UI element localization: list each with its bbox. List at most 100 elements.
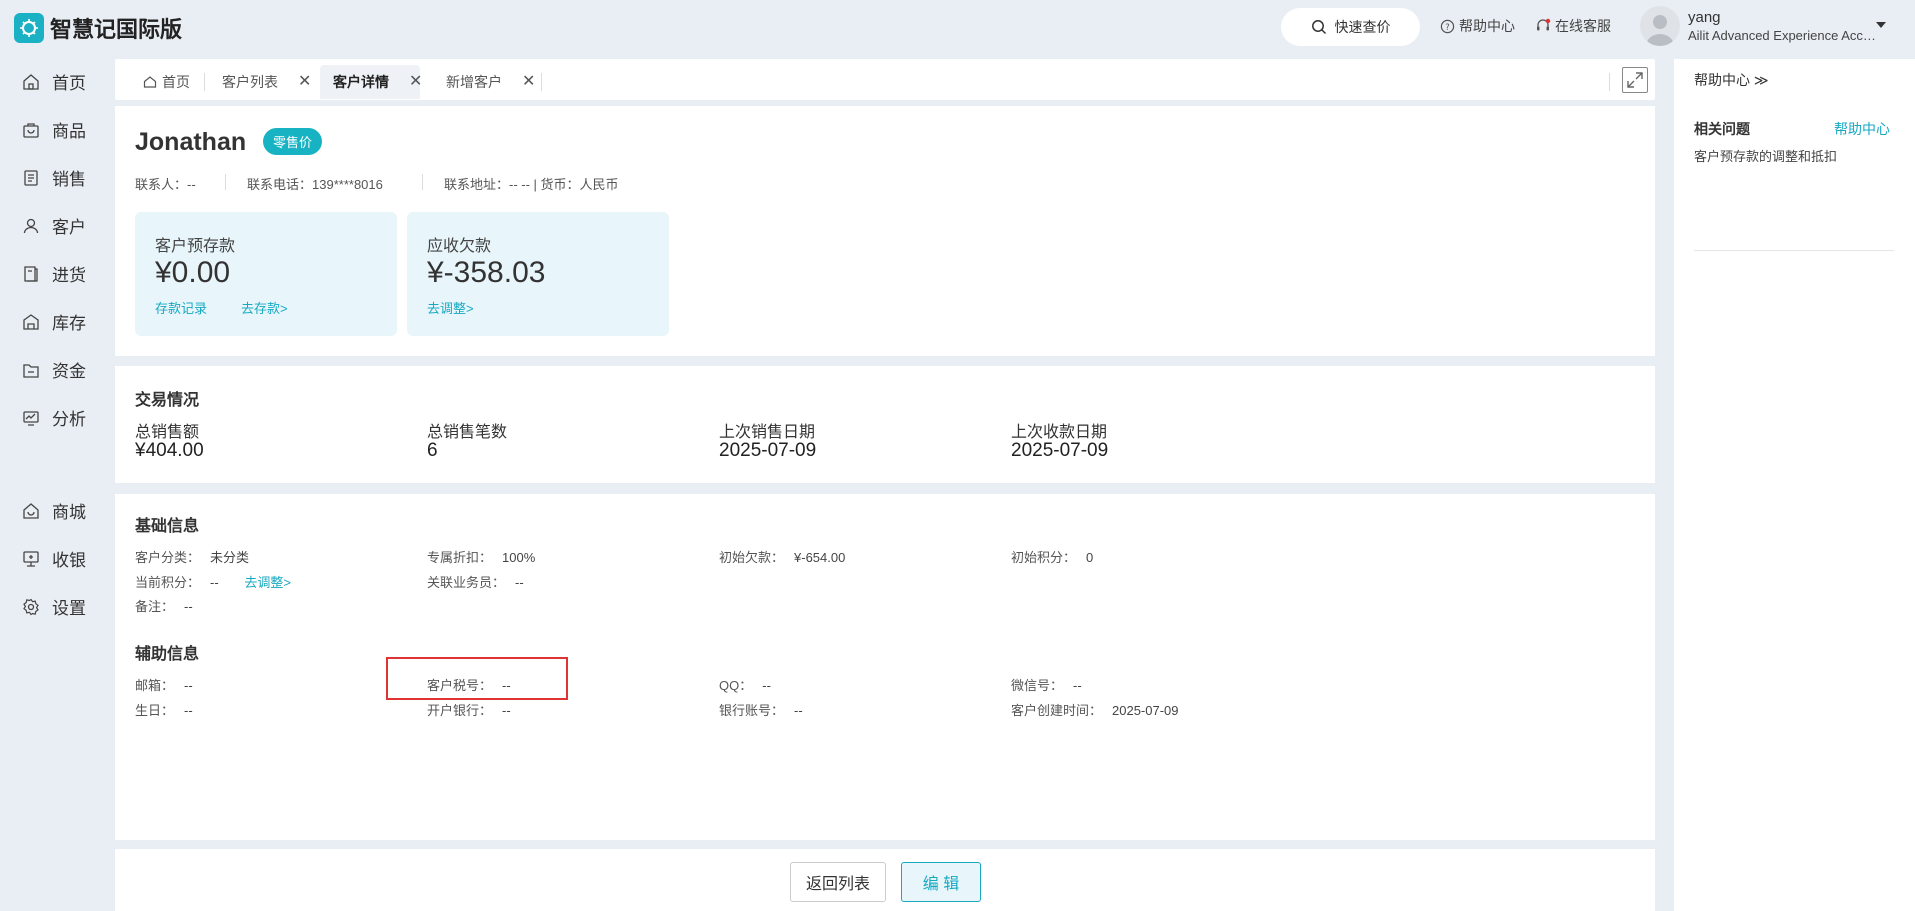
customer-summary-card: Jonathan 零售价 联系人：-- 联系电话：139****8016 联系地… xyxy=(115,106,1655,356)
book-icon xyxy=(24,265,38,282)
edit-button[interactable]: 编 辑 xyxy=(901,862,981,902)
last-payment-value: 2025-07-09 xyxy=(1011,440,1109,461)
app-title: 智慧记国际版 xyxy=(50,17,183,42)
prepaid-value: ¥0.00 xyxy=(155,256,231,289)
footer-bar: 返回列表 编 辑 xyxy=(115,849,1655,911)
customer-name: Jonathan xyxy=(135,128,247,156)
sidebar-item-label: 销售 xyxy=(52,170,86,189)
transactions-card: 交易情况 总销售额 ¥404.00 总销售笔数 6 上次销售日期 2025-07… xyxy=(115,366,1655,483)
sidebar-item-label: 分析 xyxy=(52,410,86,429)
go-adjust-link[interactable]: 去调整> xyxy=(427,298,474,317)
help-panel: 帮助中心 ≫ 相关问题 帮助中心 客户预存款的调整和抵扣 xyxy=(1674,59,1915,911)
deposit-record-link[interactable]: 存款记录 xyxy=(155,298,207,317)
warehouse-icon xyxy=(23,313,39,330)
sidebar-item-customers[interactable]: 客户 xyxy=(22,213,86,238)
close-icon[interactable]: ✕ xyxy=(298,74,311,90)
help-center-link[interactable]: ? 帮助中心 xyxy=(1440,16,1515,36)
sidebar-item-label: 收银 xyxy=(52,551,86,570)
last-sale-value: 2025-07-09 xyxy=(719,440,817,461)
sidebar-item-analysis[interactable]: 分析 xyxy=(22,405,86,430)
field-bank: 开户银行： -- xyxy=(427,703,511,718)
tab-separator xyxy=(541,73,542,91)
home-icon xyxy=(23,73,39,90)
field-current-points: 当前积分： -- 去调整> xyxy=(135,575,291,590)
prepaid-box: 客户预存款 ¥0.00 存款记录 去存款> xyxy=(135,212,397,336)
sidebar-item-store[interactable]: 商城 xyxy=(22,498,86,523)
sidebar-item-purchase[interactable]: 进货 xyxy=(22,261,86,286)
gear-icon xyxy=(23,598,39,615)
extra-info-title: 辅助信息 xyxy=(135,646,200,663)
sidebar-item-inventory[interactable]: 库存 xyxy=(22,309,86,334)
sidebar-item-home[interactable]: 首页 xyxy=(22,69,86,94)
search-icon xyxy=(1311,20,1326,35)
contact-address: 联系地址：-- -- | 货币：人民币 xyxy=(444,177,619,192)
last-payment-label: 上次收款日期 xyxy=(1011,424,1108,441)
sidebar-item-label: 库存 xyxy=(52,314,86,333)
last-sale-label: 上次销售日期 xyxy=(719,424,816,441)
section-title: 交易情况 xyxy=(135,392,200,409)
help-center-label: 帮助中心 xyxy=(1459,18,1515,34)
user-name: yang xyxy=(1688,9,1721,26)
app-logo[interactable]: 智慧记国际版 xyxy=(14,12,182,44)
online-service-label: 在线客服 xyxy=(1555,18,1611,34)
user-icon xyxy=(23,218,39,233)
field-discount: 专属折扣： 100% xyxy=(427,550,536,565)
tab-home[interactable]: 首页 xyxy=(143,65,190,99)
tab-bar: 首页 客户列表 ✕ 客户详情 ✕ 新增客户 ✕ xyxy=(115,59,1655,100)
fullscreen-button[interactable] xyxy=(1622,67,1648,93)
tab-new-customer[interactable]: 新增客户 xyxy=(446,65,502,99)
go-deposit-link[interactable]: 去存款> xyxy=(241,298,288,317)
sidebar-item-label: 进货 xyxy=(52,266,86,285)
quick-search-label: 快速查价 xyxy=(1334,19,1391,35)
svg-text:?: ? xyxy=(1445,21,1449,31)
tab-label: 客户详情 xyxy=(333,74,389,90)
receivable-value: ¥-358.03 xyxy=(427,256,546,289)
sidebar-item-sales[interactable]: 销售 xyxy=(22,165,86,190)
expand-icon xyxy=(1627,72,1643,88)
highlight-box xyxy=(386,657,568,700)
contact-person: 联系人：-- xyxy=(135,177,196,192)
help-panel-header[interactable]: 帮助中心 ≫ xyxy=(1694,70,1769,90)
field-birthday: 生日： -- xyxy=(135,703,193,718)
info-card: 基础信息 客户分类： 未分类 专属折扣： 100% 初始欠款： ¥-654.00 初始… xyxy=(115,494,1655,840)
sidebar-item-cashier[interactable]: 收银 xyxy=(22,546,86,571)
total-sales-value: ¥404.00 xyxy=(135,440,204,461)
logo-icon xyxy=(14,13,44,43)
close-icon[interactable]: ✕ xyxy=(409,74,422,90)
divider xyxy=(422,174,423,190)
sidebar-item-funds[interactable]: 资金 xyxy=(22,357,86,382)
related-questions-title: 相关问题 xyxy=(1694,121,1750,137)
tab-label: 新增客户 xyxy=(446,74,502,90)
help-article-link[interactable]: 客户预存款的调整和抵扣 xyxy=(1694,146,1837,165)
field-created-time: 客户创建时间： 2025-07-09 xyxy=(1011,703,1179,718)
avatar xyxy=(1640,6,1680,46)
field-wechat: 微信号： -- xyxy=(1011,678,1082,693)
caret-down-icon[interactable] xyxy=(1876,22,1886,30)
sidebar-item-settings[interactable]: 设置 xyxy=(22,594,86,619)
sidebar-item-label: 商城 xyxy=(52,503,86,522)
quick-search-button[interactable]: 快速查价 xyxy=(1281,8,1420,46)
online-service-link[interactable]: 在线客服 xyxy=(1535,16,1611,36)
basic-info-title: 基础信息 xyxy=(135,518,200,535)
user-org: Ailit Advanced Experience Acco... xyxy=(1688,28,1878,43)
store-icon xyxy=(23,502,39,519)
divider xyxy=(225,174,226,190)
user-menu[interactable]: yang Ailit Advanced Experience Acco... xyxy=(1640,6,1878,46)
receivable-label: 应收欠款 xyxy=(427,238,492,255)
tab-label: 客户列表 xyxy=(222,74,278,90)
tab-customer-detail[interactable]: 客户详情 xyxy=(320,65,420,99)
field-bank-account: 银行账号： -- xyxy=(719,703,803,718)
sidebar-item-products[interactable]: 商品 xyxy=(22,117,86,142)
close-icon[interactable]: ✕ xyxy=(522,74,535,90)
divider xyxy=(1694,250,1894,251)
sidebar-item-label: 商品 xyxy=(52,122,86,141)
total-count-value: 6 xyxy=(427,440,438,461)
field-category: 客户分类： 未分类 xyxy=(135,550,250,565)
folder-icon xyxy=(23,363,39,378)
field-salesperson: 关联业务员： -- xyxy=(427,575,524,590)
back-to-list-button[interactable]: 返回列表 xyxy=(790,862,886,902)
help-center-link[interactable]: 帮助中心 xyxy=(1834,119,1890,139)
tab-separator xyxy=(1609,73,1610,91)
adjust-points-link[interactable]: 去调整> xyxy=(244,575,291,590)
tab-customer-list[interactable]: 客户列表 xyxy=(222,65,278,99)
